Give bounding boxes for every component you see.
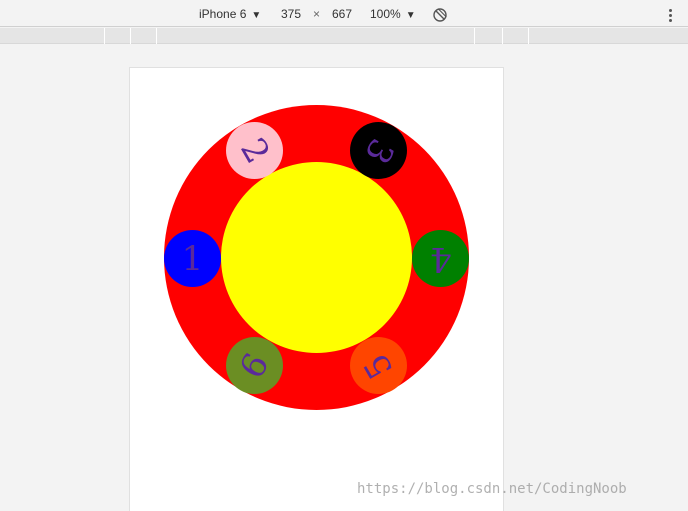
times-icon: × xyxy=(313,7,321,21)
number-circle-5: 5 xyxy=(350,337,407,394)
ruler-tick xyxy=(130,28,131,44)
zoom-select[interactable]: 100% ▼ xyxy=(370,7,416,23)
number-circle-6: 6 xyxy=(226,337,283,394)
number-circle-1: 1 xyxy=(164,230,221,287)
number-circle-2: 2 xyxy=(226,122,283,179)
ruler-tick xyxy=(528,28,529,44)
inner-disc xyxy=(221,162,412,353)
number-circle-4: 4 xyxy=(412,230,469,287)
media-query-ruler[interactable] xyxy=(0,28,688,44)
ruler-tick xyxy=(104,28,105,44)
zoom-label: 100% xyxy=(370,7,401,21)
number-label: 5 xyxy=(355,346,402,385)
number-circle-3: 3 xyxy=(350,122,407,179)
device-toolbar: iPhone 6 ▼ 375 × 667 100% ▼ xyxy=(0,0,688,27)
more-vertical-icon[interactable] xyxy=(664,7,676,23)
number-label: 3 xyxy=(355,131,402,170)
number-label: 2 xyxy=(231,131,278,170)
number-label: 1 xyxy=(181,238,204,279)
chevron-down-icon: ▼ xyxy=(251,10,262,21)
viewport-width-field[interactable]: 375 xyxy=(281,7,301,21)
number-label: 6 xyxy=(231,346,278,385)
chevron-down-icon: ▼ xyxy=(405,10,416,21)
device-select[interactable]: iPhone 6 ▼ xyxy=(199,7,261,23)
ruler-tick xyxy=(474,28,475,44)
ruler-tick xyxy=(502,28,503,44)
rotate-icon[interactable] xyxy=(432,7,448,26)
device-label: iPhone 6 xyxy=(199,7,247,21)
number-label: 4 xyxy=(429,238,452,279)
watermark: https://blog.csdn.net/CodingNoob xyxy=(357,481,627,497)
ruler-tick xyxy=(156,28,157,44)
viewport-height-field[interactable]: 667 xyxy=(332,7,352,21)
